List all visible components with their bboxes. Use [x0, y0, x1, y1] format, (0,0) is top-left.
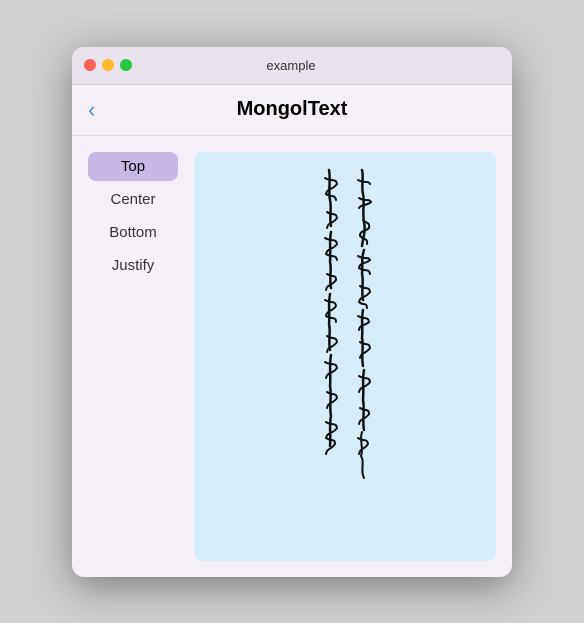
mongol-text-display — [194, 152, 496, 561]
page-header: ‹ MongolText — [72, 85, 512, 136]
close-button[interactable] — [84, 59, 96, 71]
sidebar-item-center[interactable]: Center — [88, 185, 178, 214]
back-button[interactable]: ‹ — [88, 97, 118, 123]
traffic-lights — [84, 59, 132, 71]
sidebar-item-bottom[interactable]: Bottom — [88, 218, 178, 247]
titlebar-title: example — [132, 58, 450, 73]
titlebar: example — [72, 47, 512, 85]
mongol-text-svg — [307, 160, 383, 490]
sidebar-item-top[interactable]: Top — [88, 152, 178, 181]
sidebar-item-justify[interactable]: Justify — [88, 251, 178, 280]
page-title: MongolText — [118, 98, 466, 121]
main-content: Top Center Bottom Justify — [72, 136, 512, 577]
app-window: example ‹ MongolText Top Center Bottom J… — [72, 47, 512, 577]
minimize-button[interactable] — [102, 59, 114, 71]
alignment-sidebar: Top Center Bottom Justify — [88, 152, 178, 561]
content-area: ‹ MongolText Top Center Bottom Justify — [72, 85, 512, 577]
maximize-button[interactable] — [120, 59, 132, 71]
